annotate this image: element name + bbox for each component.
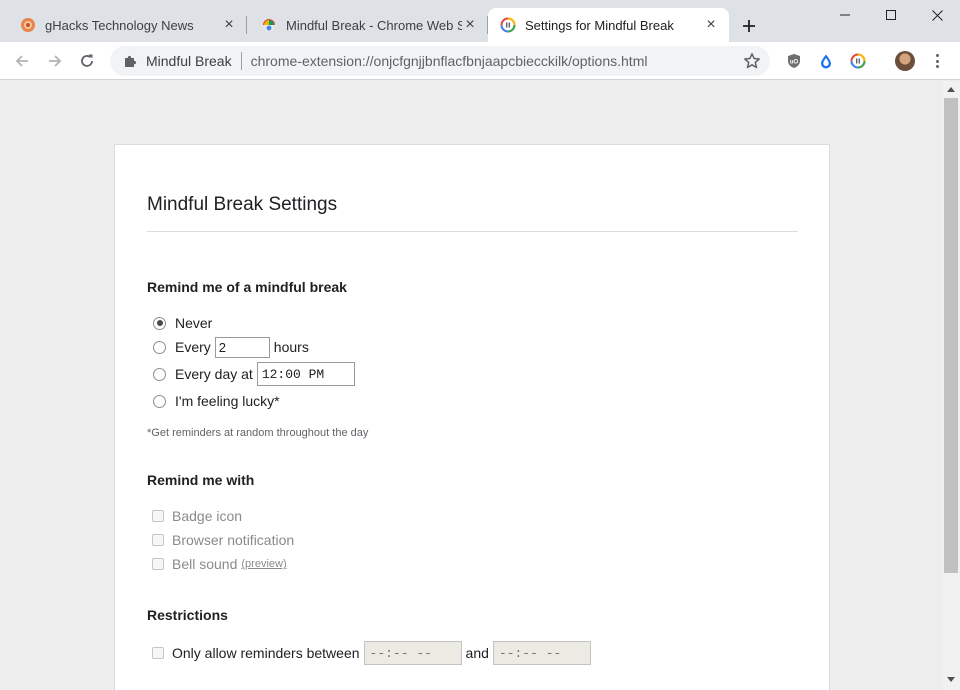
checkbox-browser-notification[interactable] bbox=[152, 534, 164, 546]
menu-dot-icon bbox=[935, 59, 939, 63]
restrict-from-input[interactable] bbox=[363, 641, 462, 665]
checkbox-bell-sound[interactable] bbox=[152, 558, 164, 570]
profile-avatar[interactable] bbox=[895, 51, 915, 71]
mindful-break-icon[interactable] bbox=[850, 53, 866, 69]
close-window-button[interactable] bbox=[914, 0, 960, 30]
browser-toolbar: Mindful Break chrome-extension://onjcfgn… bbox=[0, 42, 960, 80]
minimize-icon bbox=[840, 14, 850, 16]
new-tab-button[interactable] bbox=[737, 14, 761, 38]
option-badge-icon[interactable]: Badge icon bbox=[152, 505, 242, 527]
mindful-break-icon bbox=[500, 17, 516, 33]
scroll-down-icon bbox=[947, 677, 955, 682]
scroll-up-button[interactable] bbox=[946, 84, 956, 94]
tab-strip: gHacks Technology News × Mindful Break -… bbox=[0, 0, 960, 42]
lucky-label: I'm feeling lucky* bbox=[175, 393, 280, 409]
maximize-icon bbox=[886, 10, 896, 20]
radio-never[interactable] bbox=[153, 316, 166, 330]
remind-with-heading: Remind me with bbox=[147, 472, 255, 488]
option-every-hours[interactable]: Every hours bbox=[153, 336, 309, 358]
tab-ghacks[interactable]: gHacks Technology News × bbox=[0, 8, 247, 42]
tab-title: Settings for Mindful Break bbox=[525, 17, 674, 33]
address-bar[interactable]: Mindful Break chrome-extension://onjcfgn… bbox=[110, 46, 770, 76]
remind-heading: Remind me of a mindful break bbox=[147, 279, 347, 295]
ublock-icon[interactable]: uO bbox=[786, 53, 802, 69]
title-divider bbox=[147, 231, 798, 232]
radio-lucky[interactable] bbox=[153, 394, 166, 408]
every-day-label: Every day at bbox=[175, 366, 253, 382]
tab-mindful-break-settings[interactable]: Settings for Mindful Break × bbox=[488, 8, 729, 42]
hours-input[interactable] bbox=[214, 336, 270, 358]
restrict-label: Only allow reminders between bbox=[172, 645, 360, 661]
minimize-button[interactable] bbox=[822, 0, 868, 30]
tab-title: gHacks Technology News bbox=[45, 17, 194, 33]
bookmark-star-icon[interactable] bbox=[743, 52, 761, 70]
tab-chrome-web-store[interactable]: Mindful Break - Chrome Web Store × bbox=[247, 8, 488, 42]
arrow-left-icon bbox=[15, 55, 28, 67]
url-text[interactable]: chrome-extension://onjcfgnjjbnflacfbnjaa… bbox=[251, 53, 648, 69]
option-lucky[interactable]: I'm feeling lucky* bbox=[153, 390, 280, 412]
preview-link[interactable]: (preview) bbox=[241, 558, 286, 570]
option-every-day[interactable]: Every day at bbox=[153, 362, 355, 386]
site-name: Mindful Break bbox=[146, 53, 232, 69]
radio-every-hours[interactable] bbox=[153, 340, 166, 354]
plus-icon bbox=[743, 20, 755, 32]
and-label: and bbox=[465, 645, 489, 661]
lucky-footnote: *Get reminders at random throughout the … bbox=[147, 427, 369, 439]
tab-title: Mindful Break - Chrome Web Store bbox=[286, 17, 462, 33]
page-title: Mindful Break Settings bbox=[147, 194, 338, 215]
close-tab-icon[interactable]: × bbox=[221, 16, 237, 33]
puzzle-icon bbox=[125, 55, 137, 67]
scroll-down-button[interactable] bbox=[946, 675, 956, 685]
option-restrict-hours[interactable]: Only allow reminders between and bbox=[152, 640, 595, 666]
menu-dot-icon bbox=[935, 65, 939, 68]
option-bell-sound[interactable]: Bell sound (preview) bbox=[152, 553, 287, 575]
chrome-menu-button[interactable] bbox=[930, 51, 944, 71]
option-never[interactable]: Never bbox=[153, 312, 212, 334]
page-scrollbar[interactable] bbox=[942, 81, 960, 690]
daily-time-input[interactable] bbox=[256, 362, 355, 386]
maximize-button[interactable] bbox=[868, 0, 914, 30]
page-content: Mindful Break Settings Remind me of a mi… bbox=[0, 81, 942, 690]
close-tab-icon[interactable]: × bbox=[703, 16, 719, 33]
chrome-web-store-icon bbox=[263, 19, 275, 31]
radio-every-day[interactable] bbox=[153, 367, 166, 381]
menu-dot-icon bbox=[935, 54, 939, 57]
checkbox-restrict-hours[interactable] bbox=[152, 647, 164, 659]
option-never-label: Never bbox=[175, 315, 213, 331]
browser-notification-label: Browser notification bbox=[172, 532, 295, 548]
svg-text:uO: uO bbox=[790, 60, 799, 66]
omnibox-divider bbox=[240, 52, 242, 70]
reload-button[interactable] bbox=[77, 51, 97, 71]
ghacks-icon bbox=[21, 18, 35, 32]
restrict-to-input[interactable] bbox=[492, 641, 591, 665]
badge-icon-label: Badge icon bbox=[172, 508, 243, 524]
close-tab-icon[interactable]: × bbox=[462, 16, 478, 33]
arrow-right-icon bbox=[49, 55, 62, 67]
every-suffix-label: hours bbox=[273, 339, 309, 355]
reload-icon bbox=[81, 54, 93, 67]
close-icon bbox=[931, 9, 943, 21]
restrictions-heading: Restrictions bbox=[147, 607, 228, 623]
bell-sound-label: Bell sound bbox=[172, 556, 238, 572]
scroll-up-icon bbox=[947, 87, 955, 92]
settings-card: Mindful Break Settings Remind me of a mi… bbox=[114, 144, 830, 690]
back-button[interactable] bbox=[12, 51, 32, 71]
forward-button[interactable] bbox=[45, 51, 65, 71]
checkbox-badge-icon[interactable] bbox=[152, 510, 164, 522]
option-browser-notification[interactable]: Browser notification bbox=[152, 529, 294, 551]
drop-icon[interactable] bbox=[818, 53, 834, 69]
scrollbar-thumb[interactable] bbox=[944, 98, 958, 573]
every-prefix-label: Every bbox=[175, 339, 211, 355]
